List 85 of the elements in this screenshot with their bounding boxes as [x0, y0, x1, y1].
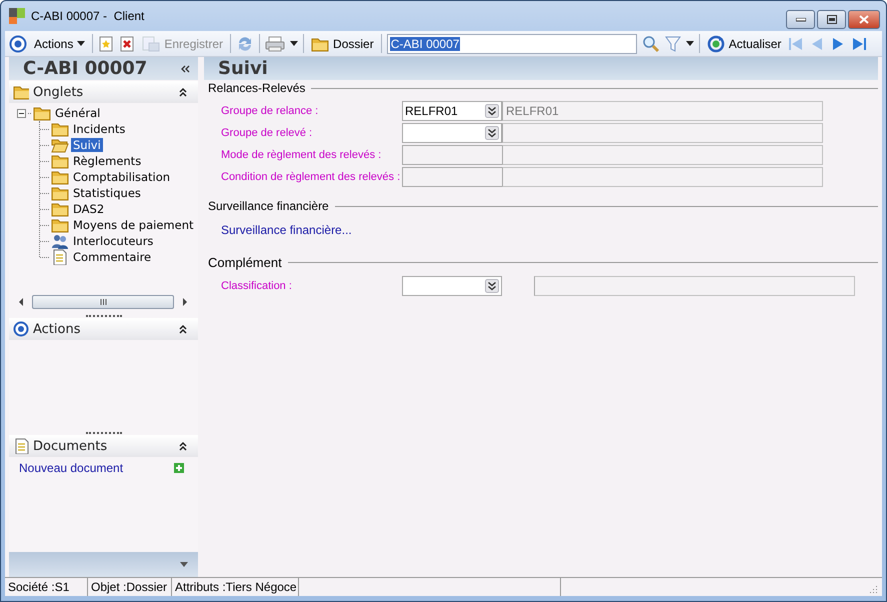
toolbar-button[interactable]: Dossier — [309, 34, 376, 52]
delete-icon[interactable] — [119, 36, 136, 52]
close-icon[interactable] — [859, 15, 869, 24]
minimize-button[interactable] — [786, 10, 815, 29]
collapse-icon[interactable] — [180, 64, 190, 74]
collapse-icon[interactable] — [178, 86, 188, 98]
tree-item[interactable]: Général — [53, 106, 102, 120]
scrollbar-thumb[interactable] — [32, 295, 174, 309]
group-title: Complément — [208, 255, 282, 270]
refresh-icon — [706, 34, 725, 52]
scroll-left-icon[interactable] — [18, 298, 24, 306]
folder-icon — [51, 201, 69, 217]
collapse-icon[interactable] — [17, 108, 26, 118]
tree-item[interactable]: Statistiques — [71, 186, 143, 200]
surveillance-link[interactable]: Surveillance financière... — [221, 219, 878, 239]
target-icon — [13, 321, 29, 337]
new-document-icon[interactable] — [98, 36, 114, 52]
dropdown-arrow-icon — [77, 41, 86, 46]
tree-item[interactable]: DAS2 — [71, 202, 106, 216]
status-cell: Objet :Dossier — [88, 578, 172, 596]
last-record-icon[interactable] — [851, 36, 868, 52]
field-label: Condition de règlement des relevés : — [221, 171, 402, 183]
folder-icon — [51, 217, 69, 233]
group-title: Surveillance financière — [208, 199, 329, 213]
people-icon — [51, 233, 69, 249]
tree-item[interactable]: Règlements — [71, 154, 144, 168]
collapse-icon[interactable] — [178, 440, 188, 452]
tree-item[interactable]: Suivi — [71, 138, 103, 152]
grip-icon — [100, 299, 106, 305]
folder-icon — [51, 169, 69, 185]
resize-grip-icon[interactable] — [868, 584, 878, 594]
document-icon — [51, 249, 69, 265]
close-button[interactable] — [848, 10, 880, 29]
section-header[interactable]: Onglets — [9, 81, 198, 103]
section-header[interactable]: Actions — [9, 318, 198, 340]
folder-icon — [51, 185, 69, 201]
maximize-icon[interactable] — [826, 15, 836, 24]
combo-box[interactable]: RELFR01 — [402, 101, 502, 121]
collapse-icon[interactable] — [178, 323, 188, 335]
document-icon — [13, 438, 29, 454]
folder-icon — [33, 105, 51, 121]
folder-icon — [51, 153, 69, 169]
maximize-button[interactable] — [817, 10, 846, 29]
add-icon[interactable] — [174, 463, 184, 473]
field-label: Classification : — [221, 280, 293, 292]
search-field[interactable]: C-ABI 00007 — [386, 34, 637, 54]
app-icon — [9, 8, 25, 24]
description-field: RELFR01 — [502, 101, 823, 121]
new-document-link[interactable]: Nouveau document — [19, 461, 124, 475]
folder-icon — [13, 84, 29, 100]
field-label: Mode de règlement des relevés : — [221, 149, 382, 161]
save-icon — [142, 36, 160, 52]
folder-icon — [311, 36, 330, 52]
scroll-right-icon[interactable] — [182, 298, 188, 306]
chevron-down-icon[interactable] — [485, 104, 499, 118]
field-label: Groupe de relance : — [221, 105, 320, 117]
dropdown-arrow-icon[interactable] — [290, 41, 298, 46]
tree-item[interactable]: Incidents — [71, 122, 128, 136]
window-title: C-ABI 00007 - Client — [31, 9, 144, 23]
section-title: Documents — [33, 438, 108, 454]
tree-item[interactable]: Comptabilisation — [71, 170, 172, 184]
dropdown-arrow-icon[interactable] — [686, 41, 694, 46]
tree-item[interactable]: Commentaire — [71, 250, 154, 264]
section-title: Actions — [33, 322, 80, 336]
printer-icon[interactable] — [265, 36, 286, 52]
open-folder-icon — [51, 137, 69, 153]
section-title: Onglets — [33, 84, 84, 100]
field-label: Groupe de relevé : — [221, 127, 314, 139]
tree-item[interactable]: Interlocuteurs — [71, 234, 156, 248]
status-cell: Attributs :Tiers Négoce — [172, 578, 299, 596]
status-cell: Société :S1 — [5, 578, 88, 596]
filter-icon[interactable] — [664, 34, 681, 52]
folder-icon — [51, 121, 69, 137]
minimize-icon[interactable] — [796, 18, 806, 22]
search-icon[interactable] — [642, 34, 660, 52]
page-title: Suivi — [218, 58, 268, 79]
section-header[interactable]: Documents — [9, 435, 198, 457]
actions-menu[interactable]: Actions — [32, 36, 88, 52]
target-icon[interactable] — [9, 34, 27, 52]
tree-item[interactable]: Moyens de paiement — [71, 218, 196, 232]
group-title: Relances-Relevés — [208, 81, 306, 95]
toolbar-button[interactable]: Actualiser — [704, 34, 784, 54]
record-title: C-ABI 00007 — [23, 58, 148, 79]
chevron-down-icon[interactable] — [485, 126, 499, 140]
chevron-down-icon[interactable] — [485, 279, 499, 293]
